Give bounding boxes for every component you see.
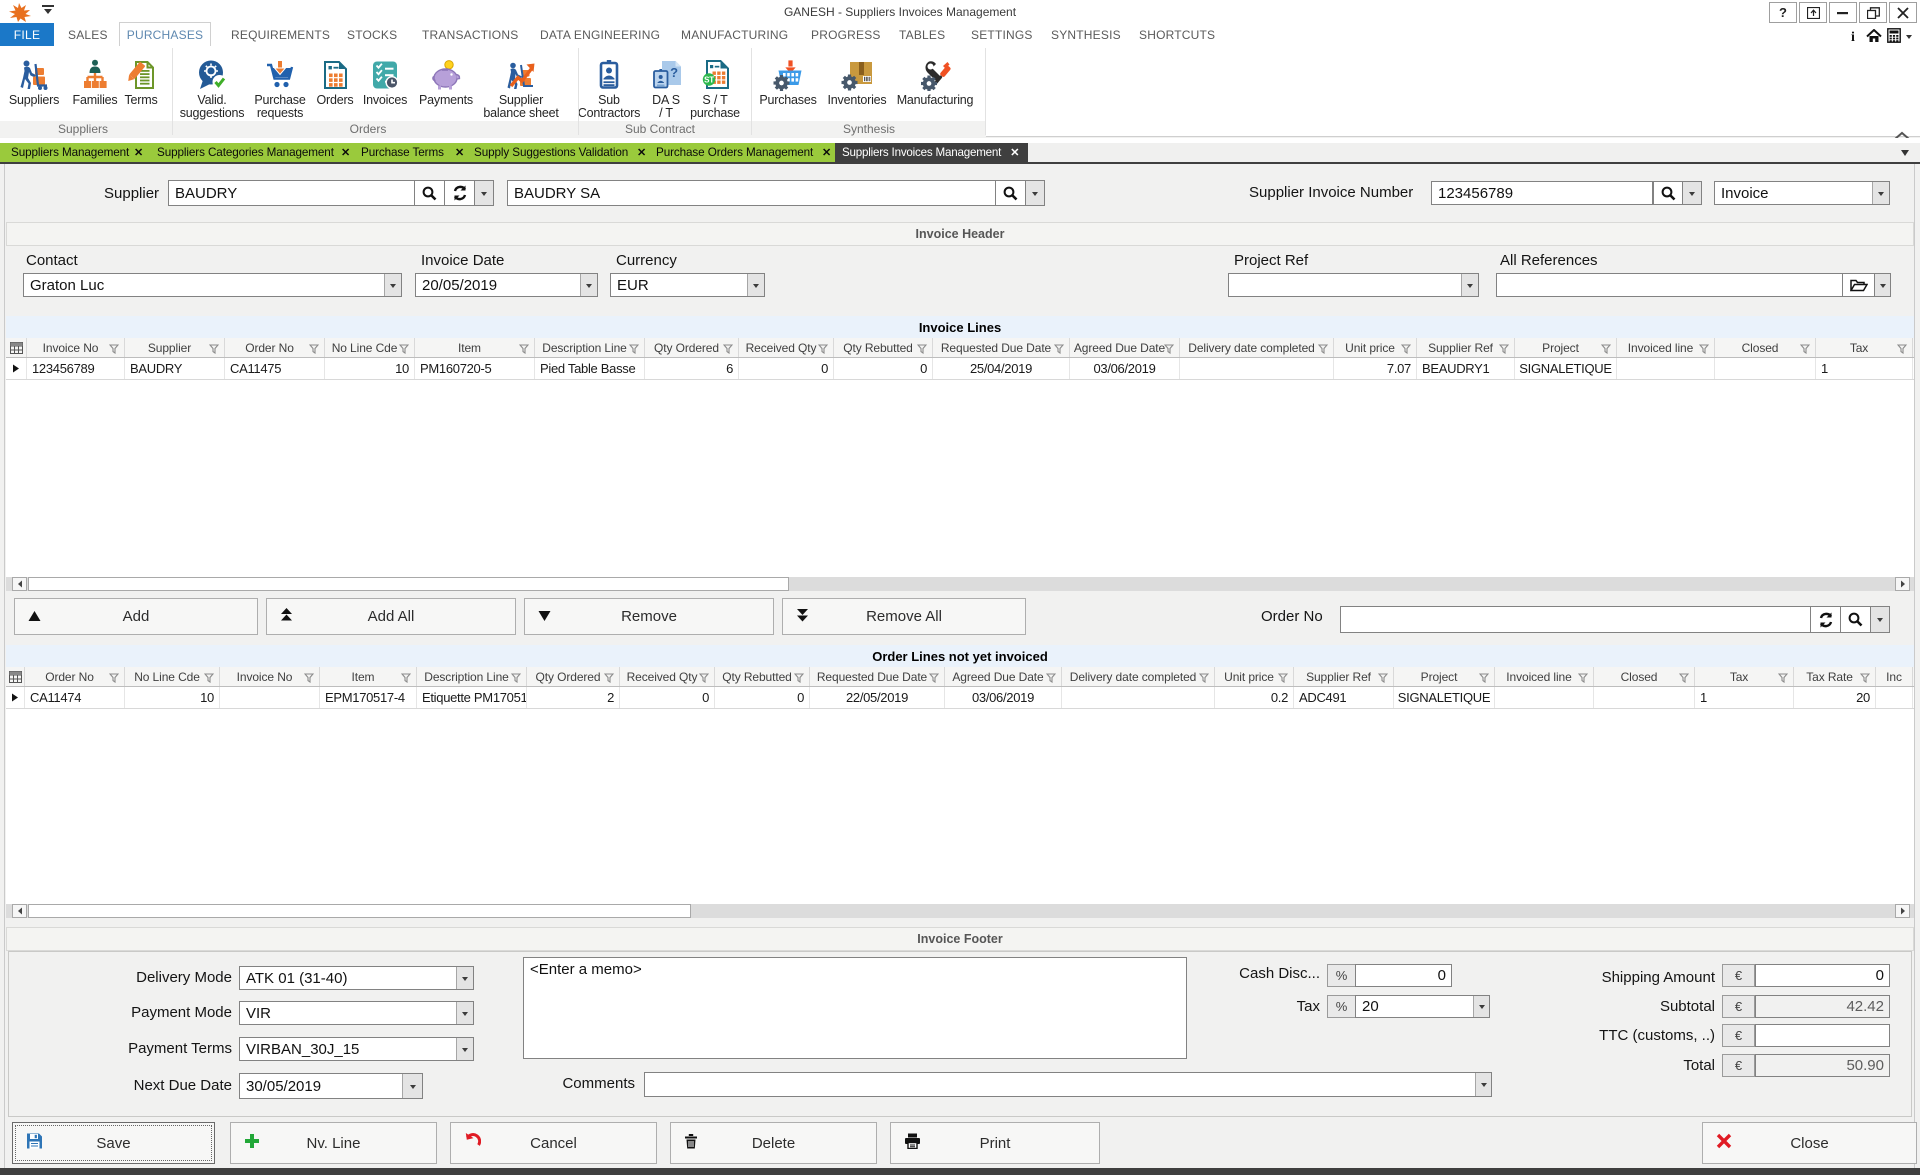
svg-text:ST: ST [704,76,714,85]
